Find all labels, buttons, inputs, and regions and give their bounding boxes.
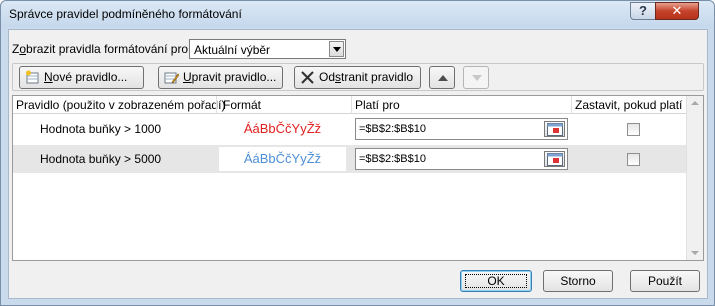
show-rules-selected-value: Aktuální výběr bbox=[194, 43, 271, 57]
move-down-button[interactable] bbox=[463, 66, 489, 89]
vertical-scrollbar[interactable] bbox=[686, 96, 703, 260]
close-button[interactable]: ✕ bbox=[655, 2, 699, 20]
format-preview: ÁáBbČčYyŽž bbox=[219, 147, 346, 171]
applies-to-value: =$B$2:$B$10 bbox=[359, 153, 426, 165]
arrow-down-icon bbox=[472, 75, 482, 81]
rule-row-selected[interactable]: Hodnota buňky > 5000 ÁáBbČčYyŽž =$B$2:$B… bbox=[13, 145, 687, 173]
window-title: Správce pravidel podmíněného formátování bbox=[9, 7, 242, 21]
move-up-button[interactable] bbox=[429, 66, 455, 89]
column-divider[interactable] bbox=[216, 96, 217, 114]
chevron-down-icon[interactable] bbox=[329, 41, 344, 57]
ok-button[interactable]: OK bbox=[460, 270, 532, 292]
applies-to-value: =$B$2:$B$10 bbox=[359, 123, 426, 135]
show-rules-label: Zobrazit pravidla formátování pro: bbox=[12, 42, 192, 56]
rules-grid: Pravidlo (použito v zobrazeném pořadí) F… bbox=[12, 95, 704, 261]
range-select-icon bbox=[547, 123, 563, 136]
rule-name: Hodnota buňky > 1000 bbox=[40, 122, 162, 136]
applies-to-field[interactable]: =$B$2:$B$10 bbox=[355, 118, 568, 140]
dialog-body: Zobrazit pravidla formátování pro: Aktuá… bbox=[8, 29, 708, 299]
show-rules-dropdown[interactable]: Aktuální výběr bbox=[189, 39, 346, 59]
dialog-window: Správce pravidel podmíněného formátování… bbox=[0, 0, 715, 306]
delete-icon bbox=[301, 71, 314, 84]
column-header-applies-to: Platí pro bbox=[355, 98, 400, 112]
title-bar[interactable]: Správce pravidel podmíněného formátování… bbox=[1, 1, 714, 27]
rules-toolbar: Nové pravidlo... Upravit pravidlo... Ods… bbox=[12, 63, 704, 91]
stop-if-true-checkbox[interactable] bbox=[627, 123, 640, 136]
scroll-down-icon[interactable] bbox=[691, 251, 699, 255]
stop-if-true-checkbox[interactable] bbox=[627, 153, 640, 166]
applies-to-field[interactable]: =$B$2:$B$10 bbox=[355, 148, 568, 170]
help-button[interactable]: ? bbox=[630, 2, 656, 20]
edit-rule-button[interactable]: Upravit pravidlo... bbox=[158, 66, 283, 89]
delete-rule-button[interactable]: Odstranit pravidlo bbox=[294, 66, 421, 89]
range-select-icon bbox=[547, 153, 563, 166]
column-header-stop-if-true: Zastavit, pokud platí bbox=[575, 98, 683, 112]
new-rule-button[interactable]: Nové pravidlo... bbox=[19, 66, 144, 89]
column-header-format: Formát bbox=[223, 98, 262, 112]
edit-rule-icon bbox=[164, 72, 179, 84]
grid-header: Pravidlo (použito v zobrazeném pořadí) F… bbox=[13, 96, 687, 114]
cancel-button[interactable]: Storno bbox=[543, 270, 613, 292]
column-divider[interactable] bbox=[571, 96, 572, 114]
range-select-button[interactable] bbox=[544, 121, 565, 137]
rule-row[interactable]: Hodnota buňky > 1000 ÁáBbČčYyŽž =$B$2:$B… bbox=[13, 115, 687, 143]
focus-rect bbox=[465, 274, 527, 288]
rule-name: Hodnota buňky > 5000 bbox=[40, 152, 162, 166]
column-header-rule: Pravidlo (použito v zobrazeném pořadí) bbox=[16, 98, 226, 112]
apply-button[interactable]: Použít bbox=[630, 270, 700, 292]
scroll-up-icon[interactable] bbox=[691, 101, 699, 105]
arrow-up-icon bbox=[438, 75, 448, 81]
format-preview: ÁáBbČčYyŽž bbox=[243, 121, 322, 136]
column-divider[interactable] bbox=[351, 96, 352, 114]
range-select-button[interactable] bbox=[544, 151, 565, 167]
new-rule-icon bbox=[26, 70, 39, 84]
